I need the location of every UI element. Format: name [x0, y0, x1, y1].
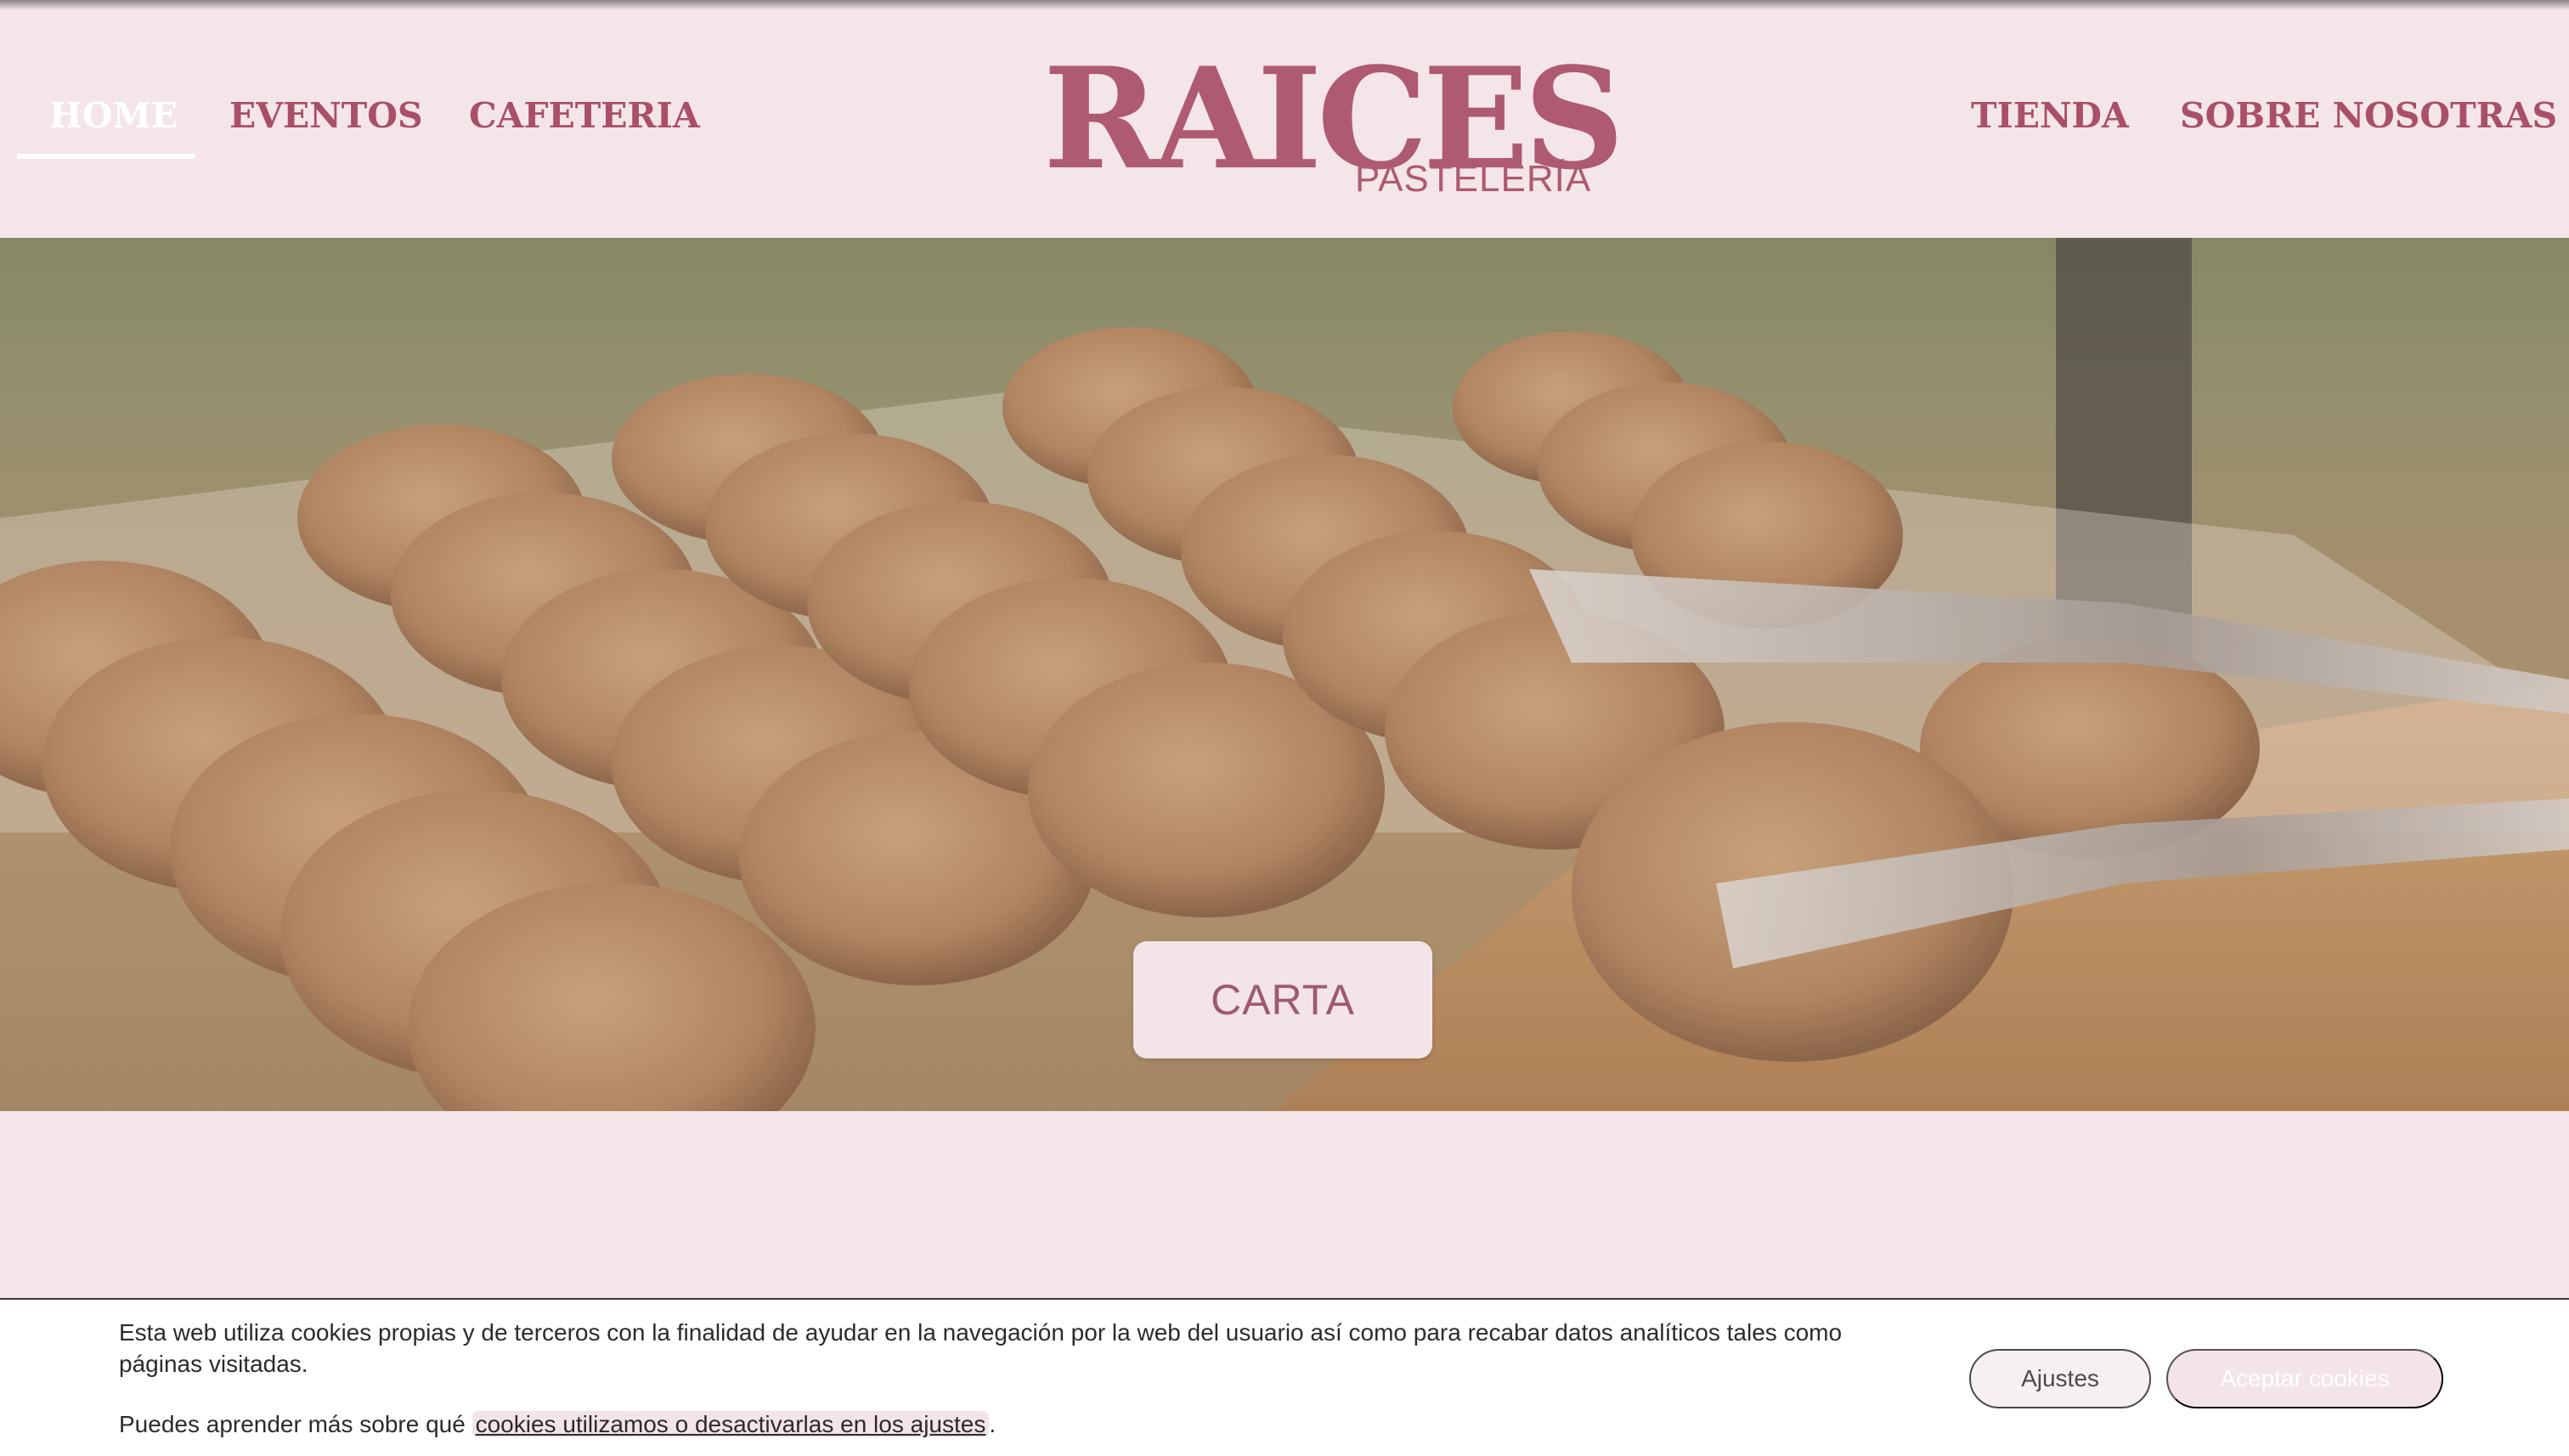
cookie-description: Esta web utiliza cookies propias y de te… — [119, 1319, 1843, 1377]
nav-home[interactable]: HOME — [49, 95, 178, 136]
logo-subtitle: PASTELERÍA — [1355, 158, 1592, 200]
nav-sobre-nosotras[interactable]: SOBRE NOSOTRAS — [2180, 95, 2557, 136]
cookie-learn-suffix: . — [989, 1411, 997, 1437]
carta-button[interactable]: CARTA — [1133, 941, 1432, 1058]
site-header: HOME EVENTOS CAFETERIA RAICES PASTELERÍA… — [0, 0, 2569, 238]
cookie-settings-button[interactable]: Ajustes — [1969, 1349, 2151, 1408]
brand-logo[interactable]: RAICES PASTELERÍA — [1036, 42, 1624, 204]
cookie-learn-prefix: Puedes aprender más sobre qué — [119, 1411, 472, 1437]
nav-cafeteria[interactable]: CAFETERIA — [469, 95, 700, 136]
cookie-settings-link[interactable]: cookies utilizamos o desactivarlas en lo… — [471, 1411, 990, 1437]
nav-tienda[interactable]: TIENDA — [1971, 95, 2129, 136]
accept-cookies-button[interactable]: Aceptar cookies — [2166, 1349, 2443, 1408]
cookie-consent-banner: Esta web utiliza cookies propias y de te… — [0, 1298, 2569, 1456]
cookie-learn-more: Puedes aprender más sobre qué cookies ut… — [119, 1408, 996, 1440]
nav-eventos[interactable]: EVENTOS — [229, 95, 423, 136]
nav-active-underline — [17, 154, 195, 159]
hero-banner: CARTA — [0, 238, 2569, 1111]
